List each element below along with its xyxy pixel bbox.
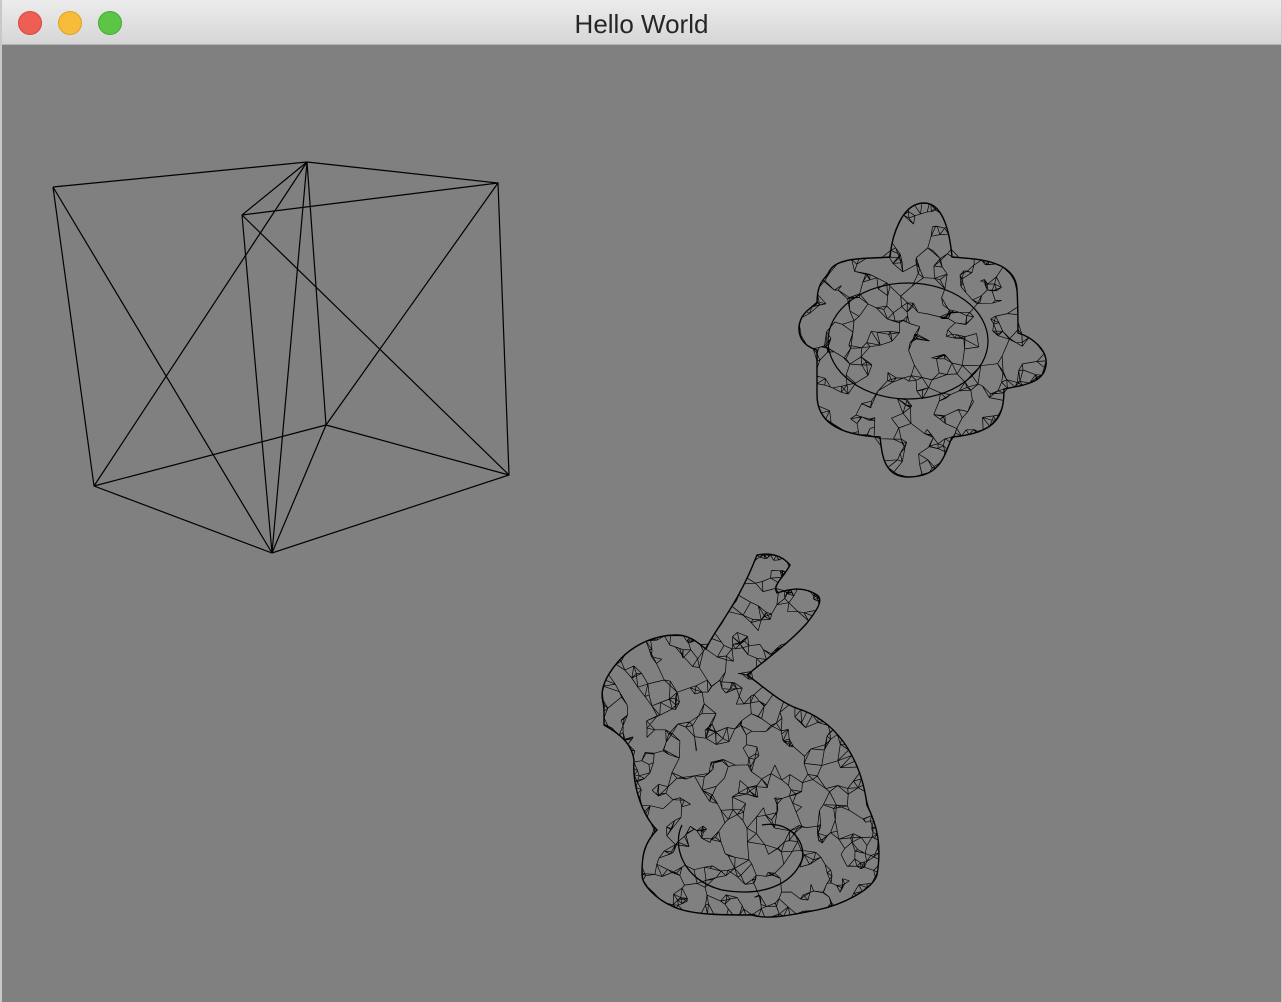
bunny-wireframe xyxy=(601,553,880,918)
render-viewport[interactable] xyxy=(2,45,1281,1002)
bunny-mesh-lines xyxy=(601,553,880,918)
app-window: Hello World xyxy=(0,0,1282,1002)
sphere-mesh-lines xyxy=(798,202,1047,478)
window-title: Hello World xyxy=(574,9,709,39)
cube-wireframe xyxy=(52,161,510,554)
title-bar[interactable]: Hello World xyxy=(2,0,1281,45)
spiky-sphere-wireframe xyxy=(798,202,1047,478)
scene-canvas xyxy=(52,161,1047,918)
